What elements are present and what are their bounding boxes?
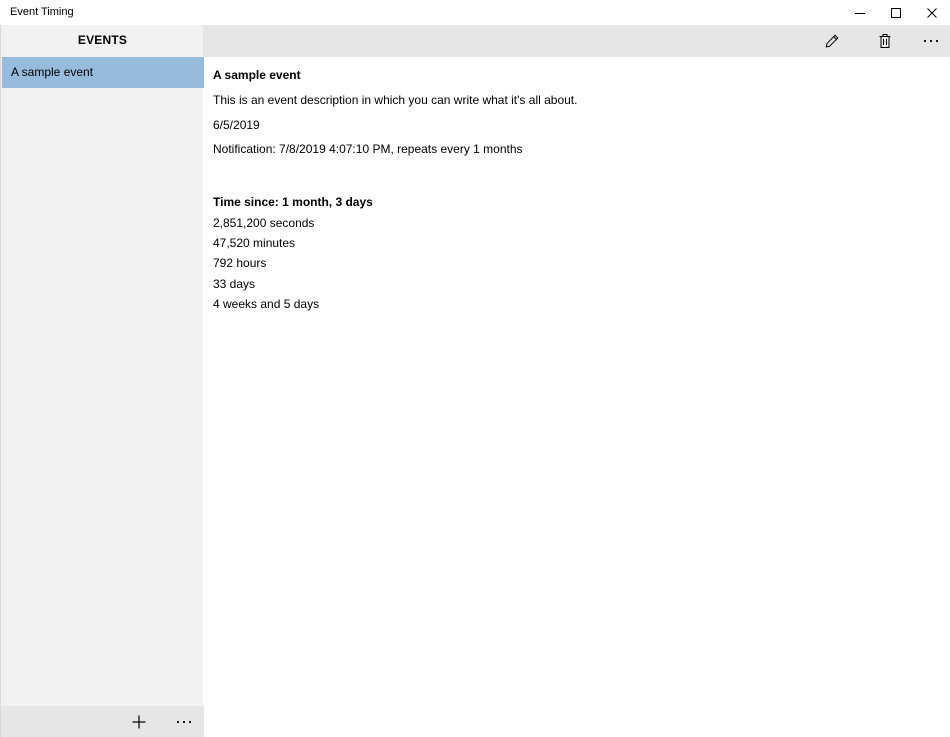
title-bar: Event Timing — [0, 0, 950, 25]
time-since-seconds: 2,851,200 seconds — [213, 216, 315, 230]
toolbar-more-button[interactable] — [911, 25, 950, 57]
add-event-button[interactable] — [119, 706, 159, 737]
close-button[interactable] — [914, 0, 950, 25]
close-icon — [927, 7, 937, 18]
event-list-item-label: A sample event — [11, 65, 94, 79]
edit-pencil-icon — [825, 34, 839, 48]
window-title: Event Timing — [10, 6, 74, 18]
maximize-icon — [891, 7, 901, 18]
minimize-icon — [855, 12, 865, 14]
maximize-button[interactable] — [878, 0, 914, 25]
event-notification: Notification: 7/8/2019 4:07:10 PM, repea… — [213, 142, 523, 156]
delete-trash-icon — [879, 34, 891, 48]
more-icon — [176, 720, 192, 723]
time-since-hours: 792 hours — [213, 256, 267, 270]
time-since-heading: Time since: 1 month, 3 days — [213, 195, 373, 209]
time-since-minutes: 47,520 minutes — [213, 236, 296, 250]
event-date: 6/5/2019 — [213, 118, 260, 132]
event-title: A sample event — [213, 68, 301, 82]
time-since-weeks: 4 weeks and 5 days — [213, 297, 320, 311]
minimize-button[interactable] — [842, 0, 878, 25]
edit-button[interactable] — [812, 25, 852, 57]
event-description: This is an event description in which yo… — [213, 93, 578, 107]
more-icon — [923, 39, 939, 43]
add-icon — [132, 715, 146, 728]
sidebar-footer — [1, 706, 204, 737]
events-header: EVENTS — [1, 25, 204, 57]
sidebar-more-button[interactable] — [164, 706, 204, 737]
command-bar — [203, 25, 950, 57]
event-list-item[interactable]: A sample event — [2, 57, 204, 88]
delete-button[interactable] — [865, 25, 905, 57]
time-since-days: 33 days — [213, 277, 256, 291]
events-sidebar: EVENTS A sample event — [0, 25, 204, 737]
